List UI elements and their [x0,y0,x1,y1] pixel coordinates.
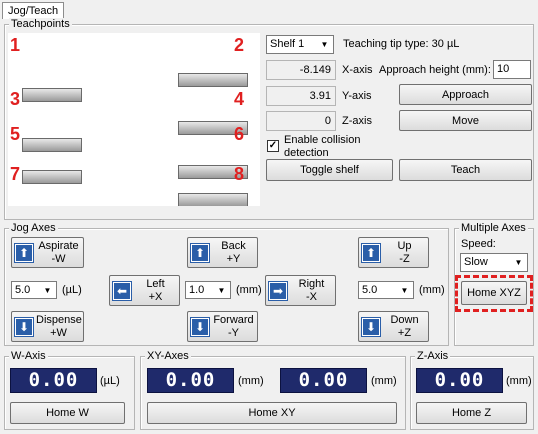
tip-type-label: Teaching tip type: 30 µL [343,38,460,50]
chevron-down-icon: ▼ [43,286,52,295]
dispense-button[interactable]: ⬇ Dispense +W [11,311,84,342]
up-label: Up -Z [397,239,412,265]
w-axis-legend: W-Axis [9,350,48,362]
w-step-select[interactable]: 5.0 ▼ [11,281,57,299]
z-axis-label: Z-axis [342,115,372,127]
home-xyz-button[interactable]: Home XYZ [461,281,527,305]
right-button[interactable]: ➡ Right -X [265,275,336,306]
teachpoints-legend: Teachpoints [9,18,72,30]
speed-select[interactable]: Slow ▼ [460,253,528,272]
jog-axes-legend: Jog Axes [9,222,58,234]
down-button[interactable]: ⬇ Down +Z [358,311,429,342]
speed-select-value: Slow [464,256,488,268]
home-xy-button[interactable]: Home XY [147,402,397,424]
teachpoint-number-4: 4 [234,89,245,109]
shelf-select-value: Shelf 1 [270,38,305,50]
teachpoint-number-3: 3 [10,89,21,109]
approach-height-input[interactable]: 10 [493,60,531,79]
home-w-button[interactable]: Home W [10,402,125,424]
tab-jog-teach[interactable]: Jog/Teach [2,2,65,19]
home-z-button[interactable]: Home Z [416,402,527,424]
y-axis-unit: (mm) [371,375,397,387]
w-step-value: 5.0 [15,284,31,296]
chevron-down-icon: ▼ [400,286,409,295]
teachpoint-number-7: 7 [10,164,21,184]
z-step-value: 5.0 [362,284,378,296]
xy-step-unit: (mm) [236,284,262,296]
back-label: Back +Y [221,239,246,265]
z-axis-unit: (mm) [506,375,532,387]
y-axis-value: 3.91 [266,86,336,106]
arrow-up-icon: ⬆ [191,243,209,262]
arrow-up-icon: ⬆ [15,243,33,262]
chevron-down-icon: ▼ [514,258,523,267]
shelf-left-1 [22,88,82,102]
back-button[interactable]: ⬆ Back +Y [187,237,258,268]
teachpoint-number-2: 2 [234,35,245,55]
left-button[interactable]: ⬅ Left +X [109,275,180,306]
shelf-image: 1 2 3 4 5 6 7 8 [8,33,260,206]
forward-label: Forward -Y [213,313,254,339]
teachpoint-number-6: 6 [234,124,245,144]
z-axis-value: 0 [266,111,336,131]
up-button[interactable]: ⬆ Up -Z [358,237,429,268]
dispense-label: Dispense +W [36,313,82,339]
xy-step-select[interactable]: 1.0 ▼ [185,281,231,299]
arrow-left-icon: ⬅ [113,281,131,300]
z-step-select[interactable]: 5.0 ▼ [358,281,414,299]
y-axis-display: 0.00 [280,368,367,393]
teachpoint-number-1: 1 [10,35,21,55]
arrow-down-icon: ⬇ [15,317,33,336]
arrow-down-icon: ⬇ [191,317,209,336]
x-axis-display: 0.00 [147,368,234,393]
arrow-right-icon: ➡ [269,281,287,300]
move-button[interactable]: Move [399,110,532,131]
w-axis-unit: (µL) [100,375,120,387]
forward-button[interactable]: ⬇ Forward -Y [187,311,258,342]
z-step-unit: (mm) [419,284,445,296]
xy-axes-legend: XY-Axes [145,350,191,362]
aspirate-label: Aspirate -W [38,239,79,265]
collision-label: Enable collision detection [284,134,361,159]
shelf-right-4 [178,193,248,206]
toggle-shelf-button[interactable]: Toggle shelf [266,159,393,181]
chevron-down-icon: ▼ [320,40,329,49]
speed-label: Speed: [461,238,496,250]
w-axis-display: 0.00 [10,368,97,393]
teachpoint-number-5: 5 [10,124,21,144]
shelf-left-3 [22,170,82,184]
z-axis-legend: Z-Axis [415,350,451,362]
approach-button[interactable]: Approach [399,84,532,105]
down-label: Down +Z [390,313,419,339]
teachpoint-number-8: 8 [234,164,245,184]
teach-button[interactable]: Teach [399,159,532,181]
x-axis-value: -8.149 [266,60,336,80]
right-label: Right -X [298,277,325,303]
approach-height-label: Approach height (mm): [379,64,491,76]
xy-step-value: 1.0 [189,284,205,296]
shelf-right-1 [178,73,248,87]
z-axis-display: 0.00 [416,368,503,393]
x-axis-unit: (mm) [238,375,264,387]
aspirate-button[interactable]: ⬆ Aspirate -W [11,237,84,268]
y-axis-label: Y-axis [342,90,372,102]
left-label: Left +X [146,277,165,303]
arrow-up-icon: ⬆ [362,243,380,262]
w-step-unit: (µL) [62,284,82,296]
x-axis-label: X-axis [342,64,373,76]
chevron-down-icon: ▼ [217,286,226,295]
multiple-axes-legend: Multiple Axes [459,222,528,234]
arrow-down-icon: ⬇ [362,317,380,336]
collision-checkbox[interactable]: ✓ [267,140,279,152]
shelf-select[interactable]: Shelf 1 ▼ [266,35,334,54]
shelf-left-2 [22,138,82,152]
